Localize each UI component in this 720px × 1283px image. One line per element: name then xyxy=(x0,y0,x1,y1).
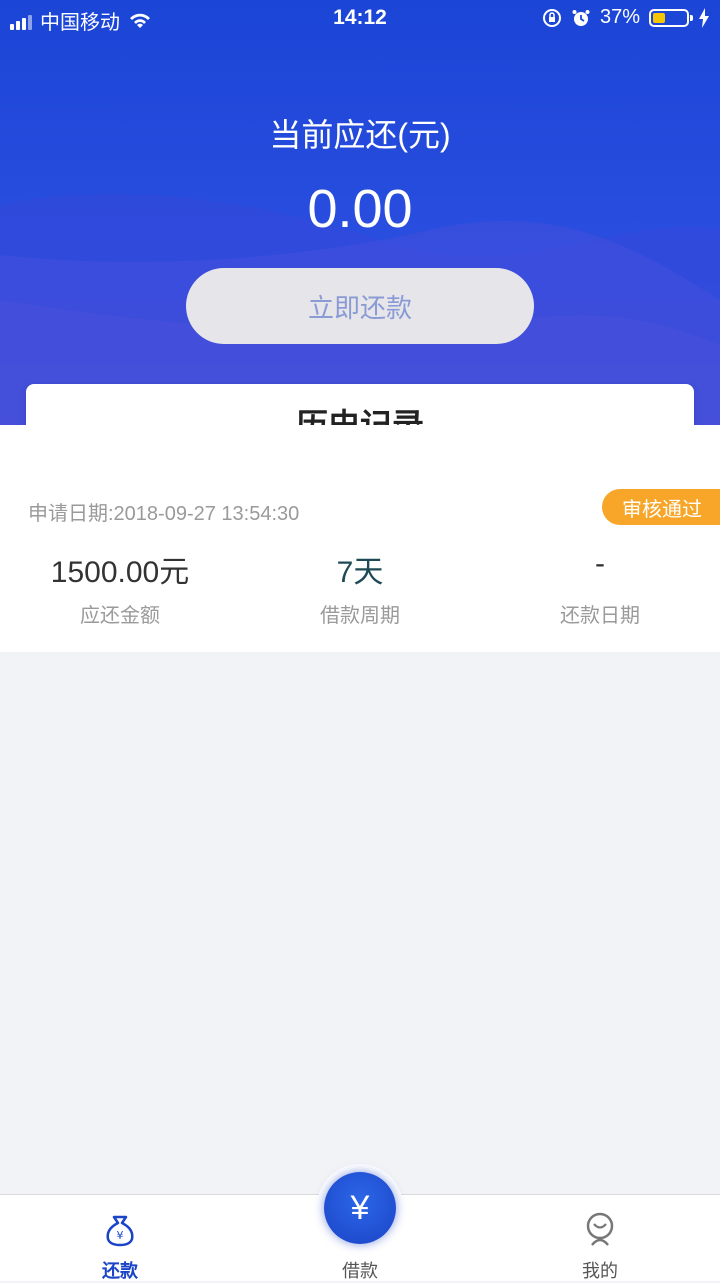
rotation-lock-icon xyxy=(542,8,561,27)
loan-term-column: 7天 借款周期 xyxy=(240,547,480,628)
loan-record-item[interactable]: 申请日期:2018-09-27 13:54:30 审核通过 1500.00元 应… xyxy=(0,425,720,652)
tab-mine[interactable]: 我的 xyxy=(480,1195,720,1281)
tab-mine-label: 我的 xyxy=(582,1261,618,1281)
current-due-title: 当前应还(元) xyxy=(269,117,451,153)
person-icon xyxy=(586,1212,614,1246)
loan-term-value: 7天 xyxy=(336,556,384,589)
repay-date-column: - 还款日期 xyxy=(480,547,720,628)
alarm-icon xyxy=(572,9,590,26)
current-due-amount: 0.00 xyxy=(307,179,413,239)
status-badge: 审核通过 xyxy=(602,489,720,525)
battery-icon xyxy=(649,8,693,27)
application-date: 申请日期:2018-09-27 13:54:30 xyxy=(28,503,300,525)
tab-repay-label: 还款 xyxy=(102,1261,138,1281)
charging-icon xyxy=(699,7,709,28)
repay-date-label: 还款日期 xyxy=(560,605,640,627)
amount-due-column: 1500.00元 应还金额 xyxy=(0,547,240,628)
borrow-fab-button[interactable]: ¥ xyxy=(324,1172,396,1244)
battery-percent: 37% xyxy=(599,6,640,28)
tab-borrow-label: 借款 xyxy=(342,1261,378,1281)
repay-date-value: - xyxy=(595,547,605,580)
tab-repay[interactable]: ¥ 还款 xyxy=(0,1195,240,1281)
money-bag-icon: ¥ xyxy=(106,1215,134,1247)
svg-text:¥: ¥ xyxy=(117,1229,124,1242)
repay-now-button[interactable]: 立即还款 xyxy=(186,268,534,344)
loan-term-label: 借款周期 xyxy=(320,605,400,627)
status-bar: 中国移动 14:12 37% xyxy=(0,0,720,38)
yen-icon: ¥ xyxy=(350,1188,370,1227)
amount-due-value: 1500.00元 xyxy=(50,556,190,589)
amount-due-label: 应还金额 xyxy=(80,605,160,627)
